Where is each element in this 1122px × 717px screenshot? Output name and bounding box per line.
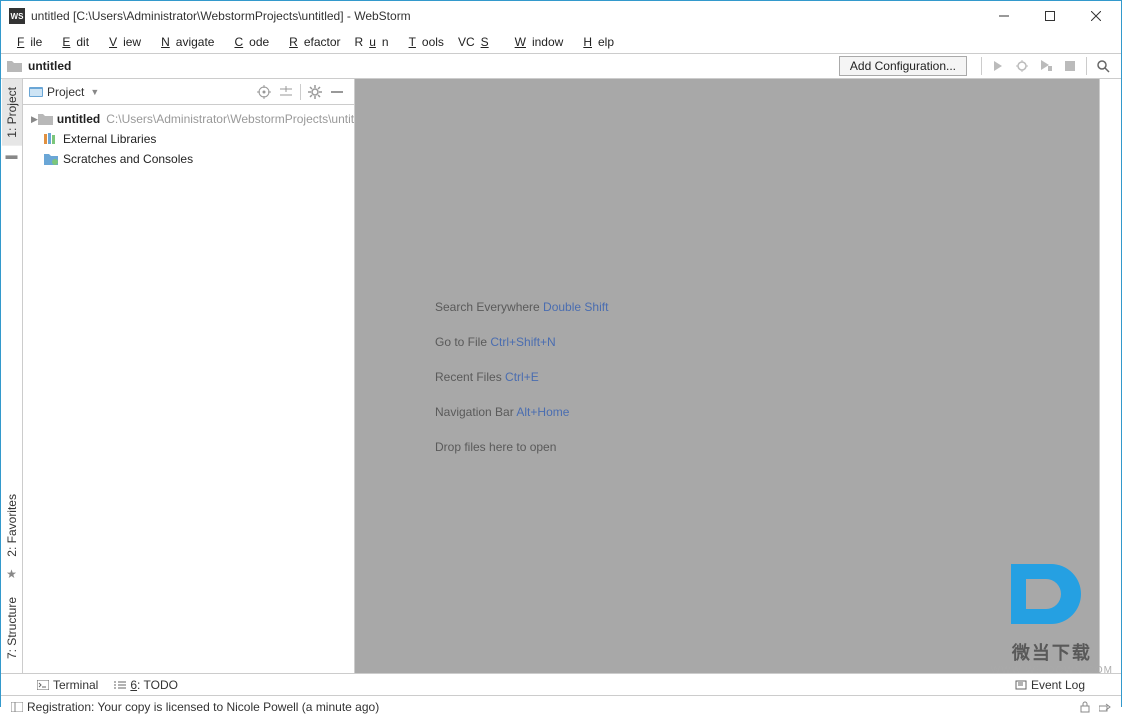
app-icon: WS [9, 8, 25, 24]
menu-run[interactable]: Run [349, 33, 395, 51]
debug-button[interactable] [1010, 56, 1034, 76]
project-panel-title[interactable]: Project [47, 85, 84, 99]
tab-event-log[interactable]: Event Log [1007, 678, 1093, 692]
collapse-all-icon[interactable] [275, 81, 297, 103]
project-panel-header: Project ▼ [23, 79, 354, 105]
menu-refactor[interactable]: Refactor [277, 33, 346, 51]
tree-external-libraries[interactable]: External Libraries [23, 129, 354, 149]
project-sidebar: Project ▼ ▶ untitled C:\Users\Administra… [23, 79, 355, 673]
hint-recent-files: Recent Files Ctrl+E [435, 368, 539, 385]
tree-root-name: untitled [57, 112, 100, 126]
navbar: untitled Add Configuration... [1, 53, 1121, 79]
project-icon [29, 86, 43, 98]
breadcrumb[interactable]: untitled [28, 59, 71, 73]
hint-search-everywhere: Search Everywhere Double Shift [435, 298, 608, 315]
menu-edit[interactable]: Edit [50, 33, 95, 51]
scratches-icon [43, 153, 59, 165]
tree-root-path: C:\Users\Administrator\WebstormProjects\… [106, 112, 354, 126]
coverage-button[interactable] [1034, 56, 1058, 76]
titlebar: WS untitled [C:\Users\Administrator\Webs… [1, 1, 1121, 31]
tool-tab-favorites[interactable]: 2: Favorites [2, 486, 22, 565]
menu-view[interactable]: View [97, 33, 147, 51]
run-button[interactable] [986, 56, 1010, 76]
tool-tab-project[interactable]: 1: Project [2, 79, 22, 146]
star-icon: ★ [6, 567, 17, 581]
terminal-icon [37, 680, 49, 690]
libraries-icon [43, 133, 59, 145]
menu-tools[interactable]: Tools [397, 33, 450, 51]
menu-file[interactable]: File [5, 33, 48, 51]
statusbar: Registration: Your copy is licensed to N… [1, 695, 1121, 717]
menu-vcs[interactable]: VCS [452, 33, 501, 51]
todo-icon [114, 680, 126, 690]
close-button[interactable] [1073, 1, 1119, 31]
right-gutter [1099, 79, 1121, 673]
search-icon[interactable] [1091, 56, 1115, 76]
editor-area[interactable]: Search Everywhere Double Shift Go to Fil… [355, 79, 1099, 673]
folder-icon [7, 60, 22, 72]
tool-tab-structure[interactable]: 7: Structure [2, 589, 22, 667]
hint-goto-file: Go to File Ctrl+Shift+N [435, 333, 556, 350]
bottom-toolbar: Terminal 6: TODO Event Log [1, 673, 1121, 695]
tree-root[interactable]: ▶ untitled C:\Users\Administrator\Websto… [23, 109, 354, 129]
project-tree: ▶ untitled C:\Users\Administrator\Websto… [23, 105, 354, 173]
menu-code[interactable]: Code [222, 33, 275, 51]
menu-navigate[interactable]: Navigate [149, 33, 220, 51]
bookmark-icon: ▬ [6, 148, 18, 162]
tree-scratches[interactable]: Scratches and Consoles [23, 149, 354, 169]
event-log-icon [1015, 680, 1027, 690]
tree-item-label: Scratches and Consoles [63, 152, 193, 166]
tree-item-label: External Libraries [63, 132, 156, 146]
menubar: File Edit View Navigate Code Refactor Ru… [1, 31, 1121, 53]
tab-terminal[interactable]: Terminal [29, 678, 106, 692]
hint-nav-bar: Navigation Bar Alt+Home [435, 403, 569, 420]
hint-drop-files: Drop files here to open [435, 438, 556, 455]
hide-panel-icon[interactable] [326, 81, 348, 103]
maximize-button[interactable] [1027, 1, 1073, 31]
folder-icon [38, 113, 53, 125]
window-title: untitled [C:\Users\Administrator\Webstor… [31, 9, 981, 23]
stop-button[interactable] [1058, 56, 1082, 76]
add-configuration-button[interactable]: Add Configuration... [839, 56, 967, 76]
gear-icon[interactable] [304, 81, 326, 103]
menu-help[interactable]: Help [571, 33, 620, 51]
minimize-button[interactable] [981, 1, 1027, 31]
locate-icon[interactable] [253, 81, 275, 103]
tab-todo[interactable]: 6: TODO [106, 678, 186, 692]
menu-window[interactable]: Window [503, 33, 570, 51]
chevron-down-icon[interactable]: ▼ [90, 87, 99, 97]
expand-arrow-icon[interactable]: ▶ [31, 114, 38, 125]
left-gutter: 1: Project ▬ 2: Favorites ★ 7: Structure [1, 79, 23, 673]
